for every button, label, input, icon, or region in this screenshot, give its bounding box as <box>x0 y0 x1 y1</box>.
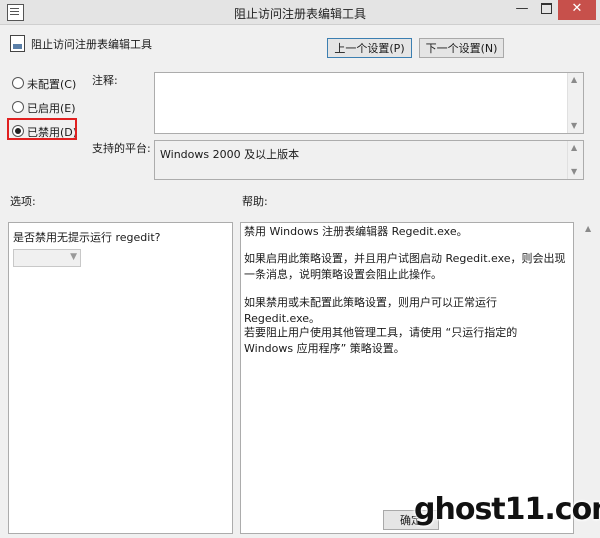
scroll-up-icon[interactable]: ▲ <box>571 76 577 84</box>
radio-label-enabled: 已启用(E) <box>27 102 76 115</box>
radio-circle-enabled[interactable] <box>12 101 24 113</box>
platform-scrollbar[interactable]: ▲ ▼ <box>567 141 583 179</box>
policy-name: 阻止访问注册表编辑工具 <box>31 38 152 51</box>
help-scrollbar[interactable]: ▲ <box>582 222 596 534</box>
options-dropdown[interactable]: ▼ <box>13 249 81 267</box>
maximize-button[interactable] <box>534 0 558 20</box>
radio-label-not-configured: 未配置(C) <box>27 78 77 91</box>
scroll-up-icon[interactable]: ▲ <box>585 225 591 233</box>
help-paragraph: 禁用 Windows 注册表编辑器 Regedit.exe。 <box>244 225 468 238</box>
comment-scrollbar[interactable]: ▲ ▼ <box>567 73 583 133</box>
watermark: ghost11.com <box>414 492 600 527</box>
help-panel: 禁用 Windows 注册表编辑器 Regedit.exe。 如果启用此策略设置… <box>240 222 574 534</box>
comment-textarea[interactable]: ▲ ▼ <box>154 72 584 134</box>
chevron-down-icon[interactable]: ▼ <box>70 252 77 262</box>
title-bar: 阻止访问注册表编辑工具 — ✕ <box>0 0 600 25</box>
minimize-button[interactable]: — <box>510 0 534 20</box>
help-paragraph: 若要阻止用户使用其他管理工具，请使用 “只运行指定的 Windows 应用程序”… <box>244 326 518 355</box>
options-panel: 是否禁用无提示运行 regedit? ▼ <box>8 222 233 534</box>
scroll-down-icon[interactable]: ▼ <box>571 122 577 130</box>
help-label: 帮助: <box>242 195 268 208</box>
platform-field: Windows 2000 及以上版本 ▲ ▼ <box>154 140 584 180</box>
options-question: 是否禁用无提示运行 regedit? <box>13 231 161 244</box>
radio-circle-not-configured[interactable] <box>12 77 24 89</box>
platform-label: 支持的平台: <box>92 142 151 155</box>
scroll-down-icon[interactable]: ▼ <box>571 168 577 176</box>
next-setting-button[interactable]: 下一个设置(N) <box>419 38 504 58</box>
scroll-up-icon[interactable]: ▲ <box>571 144 577 152</box>
close-button[interactable]: ✕ <box>558 0 596 20</box>
help-paragraph: 如果禁用或未配置此策略设置，则用户可以正常运行 Regedit.exe。 <box>244 296 497 325</box>
policy-doc-icon <box>10 35 25 52</box>
comment-label: 注释: <box>92 74 118 87</box>
maximize-icon <box>540 3 552 14</box>
highlight-annotation-box <box>7 118 77 140</box>
options-label: 选项: <box>10 195 36 208</box>
previous-setting-button[interactable]: 上一个设置(P) <box>327 38 412 58</box>
platform-value: Windows 2000 及以上版本 <box>160 148 300 161</box>
help-paragraph: 如果启用此策略设置，并且用户试图启动 Regedit.exe，则会出现一条消息，… <box>244 252 566 281</box>
